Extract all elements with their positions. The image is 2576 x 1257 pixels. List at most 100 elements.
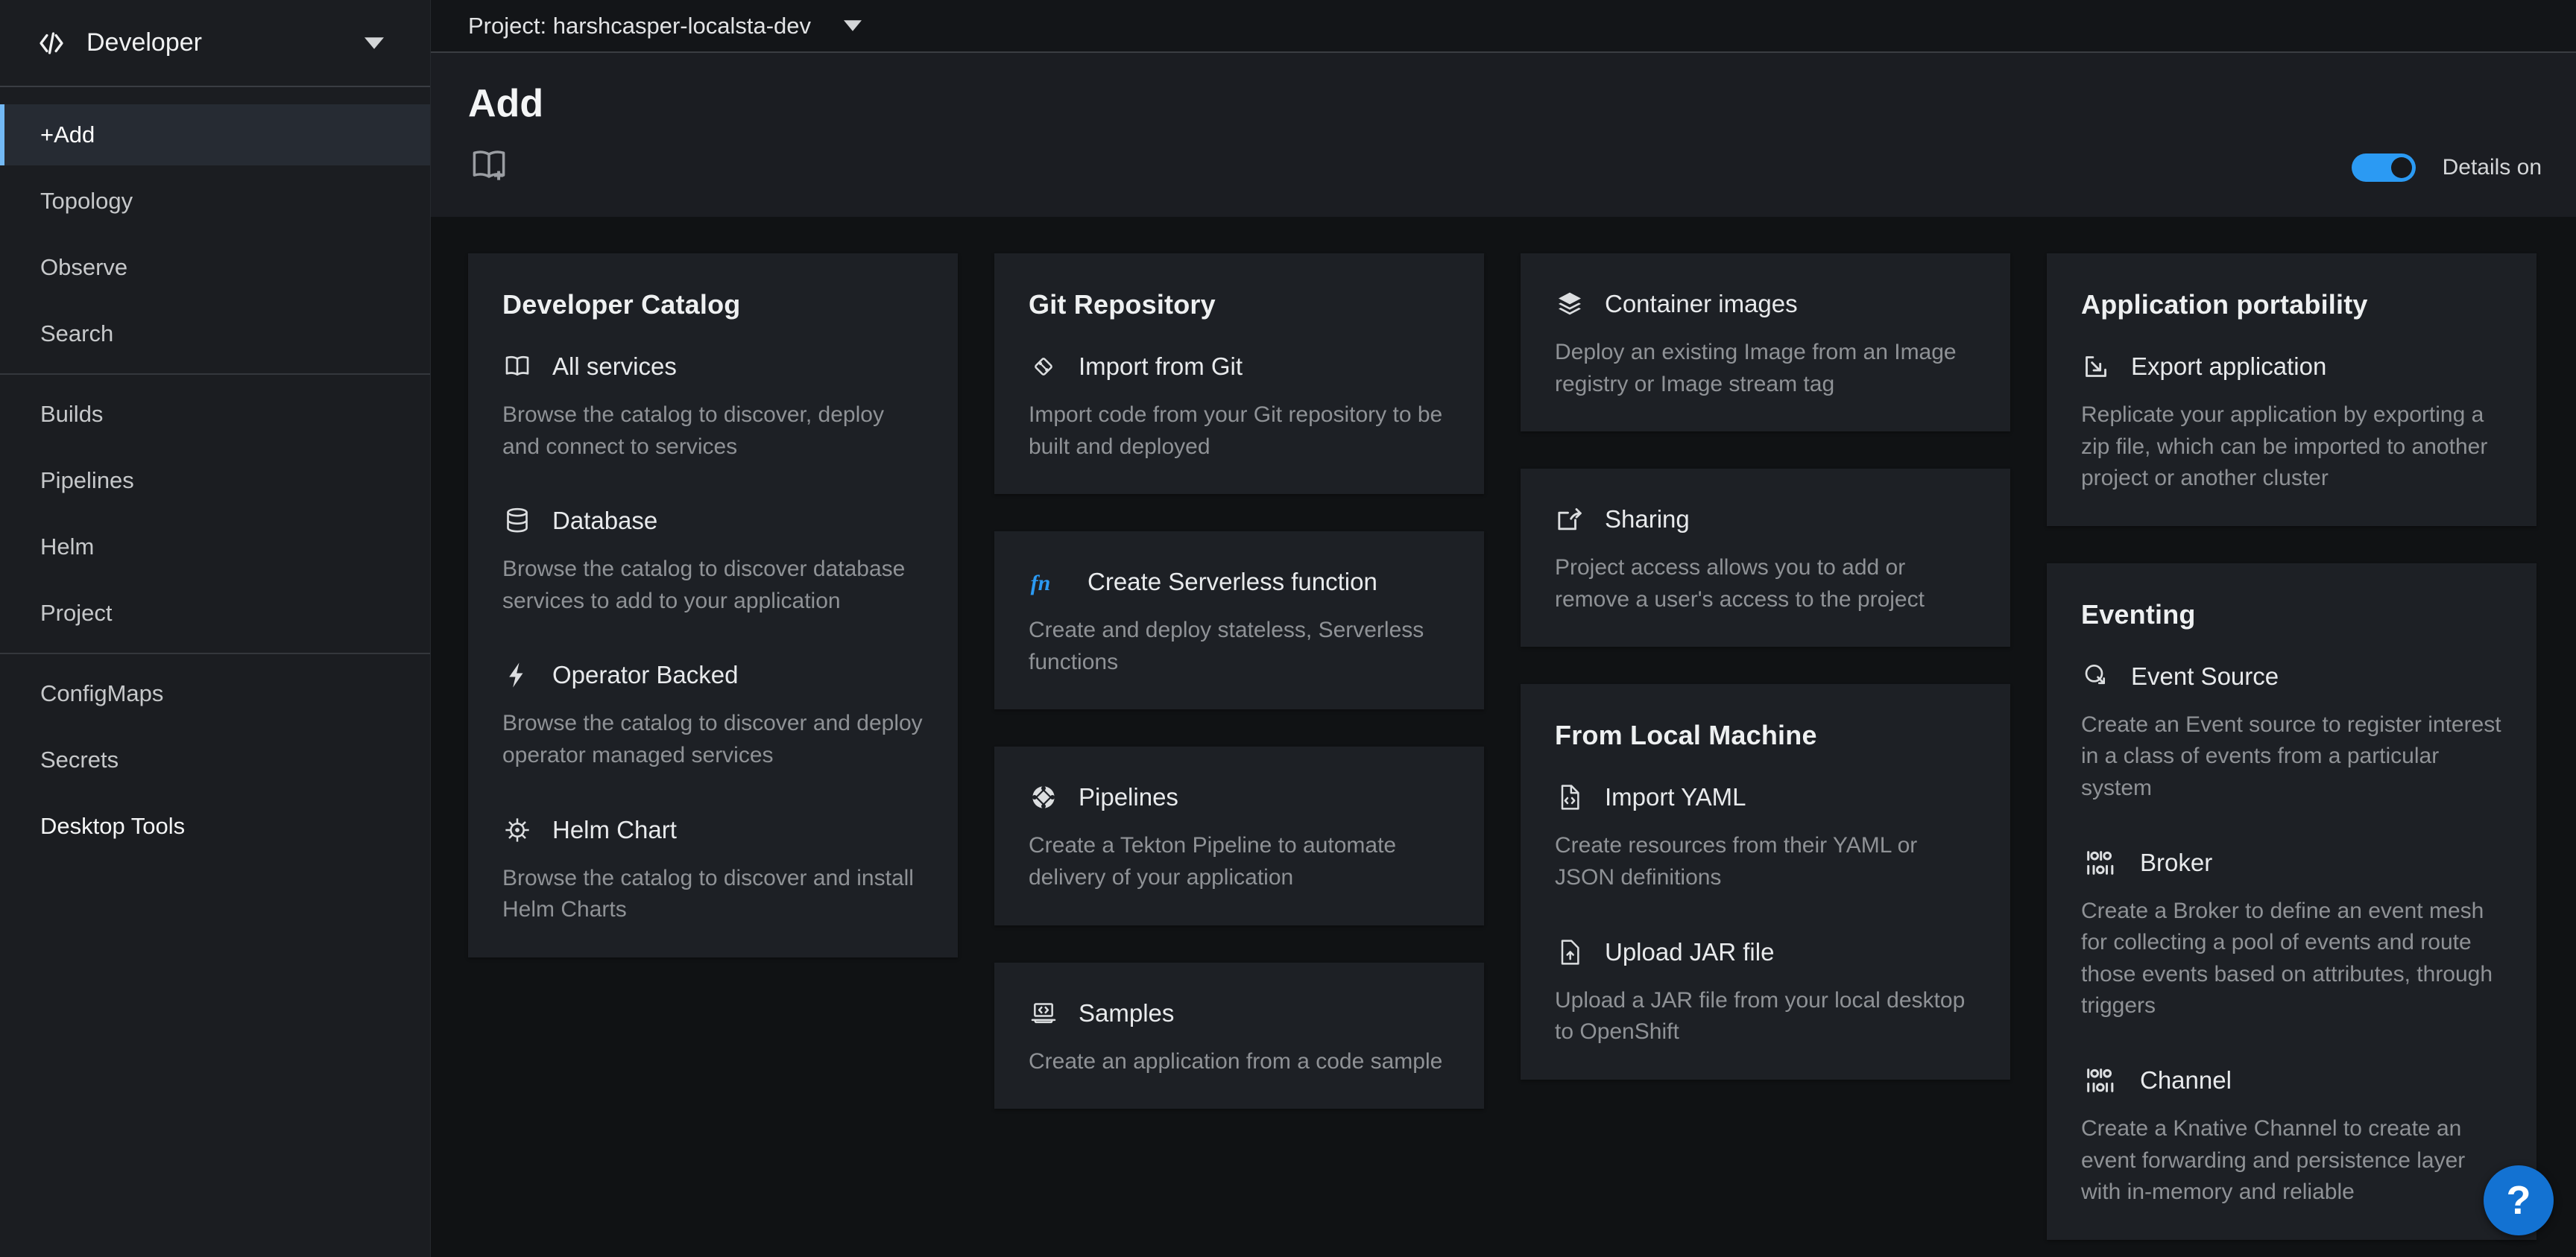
card-samples: Samples Create an application from a code… bbox=[994, 963, 1484, 1109]
add-item-import-from-git[interactable]: Import from GitImport code from your Git… bbox=[1029, 352, 1450, 463]
pipelines-icon bbox=[1029, 782, 1058, 812]
code-icon bbox=[36, 28, 67, 59]
sidebar-item-topology[interactable]: Topology bbox=[0, 171, 430, 232]
sidebar-item-helm[interactable]: Helm bbox=[0, 516, 430, 577]
sidebar-item-search[interactable]: Search bbox=[0, 303, 430, 364]
card-title: From Local Machine bbox=[1555, 720, 1976, 751]
item-label: Database bbox=[552, 507, 657, 535]
details-toggle-label: Details on bbox=[2443, 155, 2542, 180]
sidebar-item-project[interactable]: Project bbox=[0, 583, 430, 644]
item-header: Helm Chart bbox=[502, 815, 924, 845]
sidebar-item-observe[interactable]: Observe bbox=[0, 237, 430, 298]
item-label: Broker bbox=[2140, 849, 2212, 877]
perspective-switcher[interactable]: Developer bbox=[0, 0, 430, 87]
item-header: Samples bbox=[1029, 998, 1450, 1028]
item-header: All services bbox=[502, 352, 924, 381]
toggle-knob bbox=[2391, 157, 2412, 178]
card-create-serverless-function: fnCreate Serverless functionCreate and d… bbox=[994, 531, 1484, 709]
item-label: Sharing bbox=[1605, 505, 1690, 533]
item-header: Database bbox=[502, 506, 924, 536]
item-description: Create an application from a code sample bbox=[1029, 1046, 1450, 1078]
add-item-create-serverless-function[interactable]: fnCreate Serverless functionCreate and d… bbox=[1029, 567, 1450, 678]
item-header: Export application bbox=[2081, 352, 2502, 381]
add-item-event-source[interactable]: Event Source Create an Event source to re… bbox=[2081, 662, 2502, 805]
add-item-export-application[interactable]: Export application Replicate your applica… bbox=[2081, 352, 2502, 495]
card-developer-catalog: Developer CatalogAll servicesBrowse the … bbox=[468, 253, 958, 957]
file-code-icon bbox=[1555, 782, 1585, 812]
helm-icon bbox=[502, 815, 532, 845]
item-label: Pipelines bbox=[1079, 783, 1178, 811]
item-header: Event Source bbox=[2081, 662, 2502, 691]
add-item-all-services[interactable]: All servicesBrowse the catalog to discov… bbox=[502, 352, 924, 463]
card-pipelines: Pipelines Create a Tekton Pipeline to aut… bbox=[994, 747, 1484, 925]
add-item-samples[interactable]: Samples Create an application from a code… bbox=[1029, 998, 1450, 1078]
perspective-label: Developer bbox=[86, 28, 202, 57]
item-description: Import code from your Git repository to … bbox=[1029, 399, 1450, 463]
content-column-3: Container images Deploy an existing Image… bbox=[1521, 253, 2010, 1080]
card-sharing: SharingProject access allows you to add … bbox=[1521, 469, 2010, 647]
app-root: Developer +AddTopologyObserveSearch Build… bbox=[0, 0, 2576, 1257]
add-item-sharing[interactable]: SharingProject access allows you to add … bbox=[1555, 504, 1976, 615]
item-description: Deploy an existing Image from an Image r… bbox=[1555, 337, 1976, 400]
item-label: Operator Backed bbox=[552, 661, 738, 689]
sidebar-section-divider bbox=[0, 653, 430, 654]
item-header: fnCreate Serverless function bbox=[1029, 567, 1450, 597]
sidebar-item-desktop-tools[interactable]: Desktop Tools bbox=[0, 796, 430, 857]
item-header: Upload JAR file bbox=[1555, 937, 1976, 967]
help-button[interactable]: ? bbox=[2484, 1165, 2554, 1235]
binary-icon bbox=[2081, 848, 2120, 878]
card-eventing: EventingEvent SourceCreate an Event sour… bbox=[2047, 563, 2536, 1240]
book-icon bbox=[502, 352, 532, 381]
add-item-import-yaml[interactable]: Import YAMLCreate resources from their Y… bbox=[1555, 782, 1976, 893]
page-header: Add Details on bbox=[431, 53, 2576, 217]
add-item-pipelines[interactable]: Pipelines Create a Tekton Pipeline to aut… bbox=[1029, 782, 1450, 893]
card-title: Developer Catalog bbox=[502, 289, 924, 320]
add-item-helm-chart[interactable]: Helm Chart Browse the catalog to discover… bbox=[502, 815, 924, 926]
item-description: Create an Event source to register inter… bbox=[2081, 709, 2502, 805]
add-item-database[interactable]: DatabaseBrowse the catalog to discover d… bbox=[502, 506, 924, 617]
project-dropdown-label: Project: harshcasper-localsta-dev bbox=[468, 13, 811, 39]
card-container-images: Container images Deploy an existing Image… bbox=[1521, 253, 2010, 431]
sidebar-item-builds[interactable]: Builds bbox=[0, 384, 430, 445]
book-plus-icon[interactable] bbox=[468, 145, 510, 186]
project-dropdown[interactable]: Project: harshcasper-localsta-dev bbox=[468, 13, 862, 39]
caret-down-icon bbox=[844, 20, 862, 31]
item-description: Create resources from their YAML or JSON… bbox=[1555, 830, 1976, 893]
export-icon bbox=[2081, 352, 2111, 381]
sidebar-section-divider bbox=[0, 373, 430, 375]
main-area: Project: harshcasper-localsta-dev Add De… bbox=[431, 0, 2576, 1257]
fn-icon: fn bbox=[1029, 567, 1067, 597]
item-label: Channel bbox=[2140, 1066, 2232, 1095]
add-item-operator-backed[interactable]: Operator BackedBrowse the catalog to dis… bbox=[502, 660, 924, 771]
add-page-content: Developer CatalogAll servicesBrowse the … bbox=[431, 217, 2576, 1257]
card-application-portability: Application portabilityExport applicatio… bbox=[2047, 253, 2536, 526]
add-item-channel[interactable]: ChannelCreate a Knative Channel to creat… bbox=[2081, 1066, 2502, 1209]
content-column-1: Developer CatalogAll servicesBrowse the … bbox=[468, 253, 958, 957]
item-label: Samples bbox=[1079, 999, 1174, 1028]
item-description: Browse the catalog to discover and insta… bbox=[502, 863, 924, 926]
item-header: Operator Backed bbox=[502, 660, 924, 690]
item-header: Container images bbox=[1555, 289, 1976, 319]
git-icon bbox=[1029, 352, 1058, 381]
item-description: Create a Tekton Pipeline to automate del… bbox=[1029, 830, 1450, 893]
sidebar-nav: +AddTopologyObserveSearch BuildsPipelines… bbox=[0, 87, 430, 862]
add-item-upload-jar-file[interactable]: Upload JAR file Upload a JAR file from yo… bbox=[1555, 937, 1976, 1048]
sidebar-item-add[interactable]: +Add bbox=[0, 104, 430, 165]
details-toggle-group: Details on bbox=[2352, 153, 2542, 182]
item-description: Upload a JAR file from your local deskto… bbox=[1555, 985, 1976, 1048]
sidebar-item-pipelines[interactable]: Pipelines bbox=[0, 450, 430, 511]
project-bar: Project: harshcasper-localsta-dev bbox=[431, 0, 2576, 53]
card-title: Git Repository bbox=[1029, 289, 1450, 320]
item-description: Replicate your application by exporting … bbox=[2081, 399, 2502, 495]
add-item-container-images[interactable]: Container images Deploy an existing Image… bbox=[1555, 289, 1976, 400]
details-toggle[interactable] bbox=[2352, 153, 2416, 182]
add-item-broker[interactable]: BrokerCreate a Broker to define an event… bbox=[2081, 848, 2502, 1022]
item-label: Event Source bbox=[2131, 662, 2279, 691]
item-header: Pipelines bbox=[1029, 782, 1450, 812]
sidebar: Developer +AddTopologyObserveSearch Build… bbox=[0, 0, 431, 1257]
sidebar-item-secrets[interactable]: Secrets bbox=[0, 729, 430, 791]
question-icon: ? bbox=[2507, 1180, 2531, 1220]
sidebar-item-configmaps[interactable]: ConfigMaps bbox=[0, 663, 430, 724]
page-title: Add bbox=[468, 53, 2576, 125]
item-label: All services bbox=[552, 352, 677, 381]
